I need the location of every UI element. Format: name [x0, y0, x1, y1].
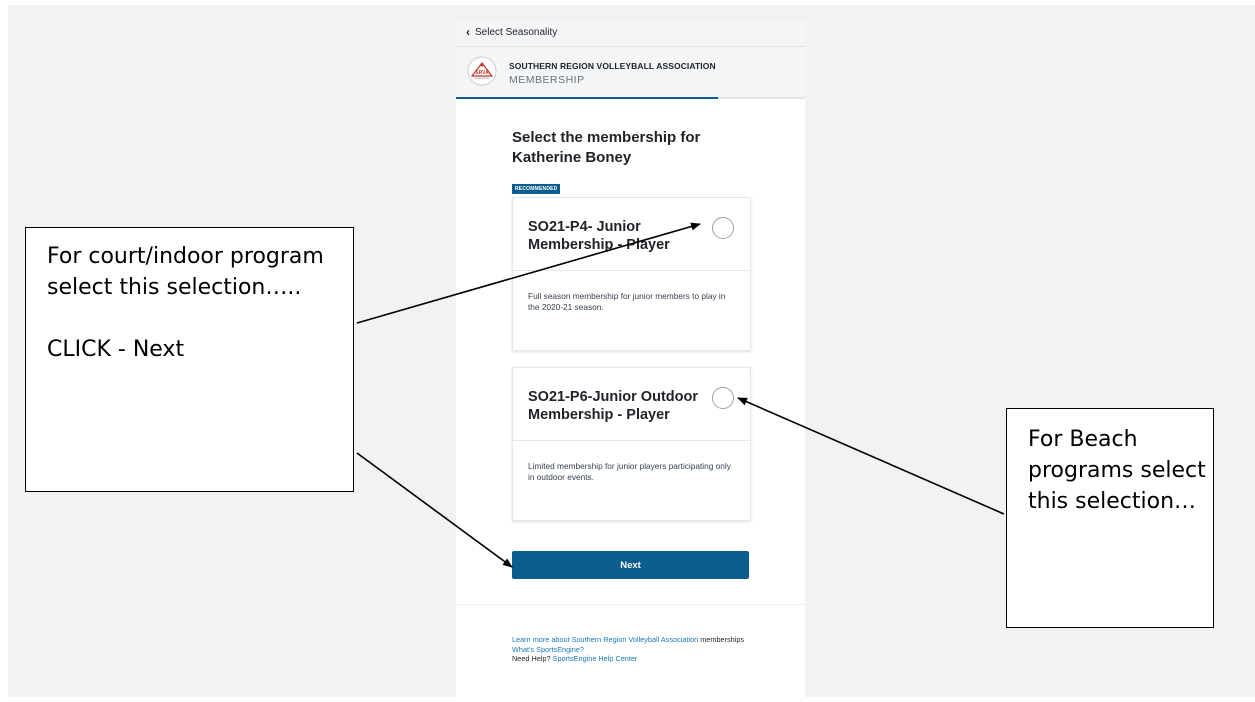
- footer-links: Learn more about Southern Region Volleyb…: [512, 635, 752, 664]
- membership-panel: ‹ Select Seasonality SRVA SOUTHERN REGIO…: [456, 20, 805, 698]
- back-label: Select Seasonality: [475, 26, 558, 38]
- learn-more-line: Learn more about Southern Region Volleyb…: [512, 635, 752, 645]
- learn-more-link[interactable]: Learn more about Southern Region Volleyb…: [512, 635, 698, 644]
- option-description: Limited membership for junior players pa…: [528, 461, 731, 482]
- annotation-text-left: For court/indoor program select this sel…: [47, 244, 324, 362]
- footer: Learn more about Southern Region Volleyb…: [456, 604, 805, 698]
- option-radio[interactable]: [712, 387, 734, 409]
- top-bar: ‹ Select Seasonality: [456, 20, 805, 47]
- help-prefix: Need Help?: [512, 654, 553, 663]
- page-title: Select the membership for Katherine Bone…: [512, 129, 701, 166]
- progress-bar: [456, 97, 718, 99]
- membership-option-junior-player[interactable]: SO21-P4- Junior Membership - Player Full…: [512, 197, 751, 351]
- help-center-link[interactable]: SportsEngine Help Center: [553, 654, 638, 663]
- whats-line: What's SportsEngine?: [512, 645, 752, 655]
- membership-option-junior-outdoor[interactable]: SO21-P6-Junior Outdoor Membership - Play…: [512, 367, 751, 521]
- whats-sportsengine-link[interactable]: What's SportsEngine?: [512, 645, 584, 654]
- recommended-badge: RECOMMENDED: [512, 184, 561, 194]
- back-button[interactable]: ‹ Select Seasonality: [466, 26, 557, 38]
- next-button[interactable]: Next: [512, 551, 749, 579]
- option-divider: [513, 270, 750, 271]
- learn-more-suffix: memberships: [698, 635, 745, 644]
- section-label: MEMBERSHIP: [509, 74, 585, 86]
- help-line: Need Help? SportsEngine Help Center: [512, 654, 752, 664]
- srva-logo: SRVA: [467, 56, 497, 86]
- annotation-text-right: For Beach programs select this selection…: [1028, 427, 1206, 514]
- option-radio[interactable]: [712, 217, 734, 239]
- annotation-callout-right: For Beach programs select this selection…: [1006, 408, 1214, 628]
- option-title: SO21-P6-Junior Outdoor Membership - Play…: [528, 389, 698, 423]
- organization-name: SOUTHERN REGION VOLLEYBALL ASSOCIATION: [509, 61, 716, 71]
- annotation-callout-left: For court/indoor program select this sel…: [25, 227, 354, 492]
- logo-text: SRVA: [475, 70, 489, 76]
- option-title: SO21-P4- Junior Membership - Player: [528, 219, 670, 253]
- option-description: Full season membership for junior member…: [528, 291, 726, 312]
- organization-header: SRVA SOUTHERN REGION VOLLEYBALL ASSOCIAT…: [456, 47, 805, 97]
- option-divider: [513, 440, 750, 441]
- chevron-left-icon: ‹: [466, 25, 470, 39]
